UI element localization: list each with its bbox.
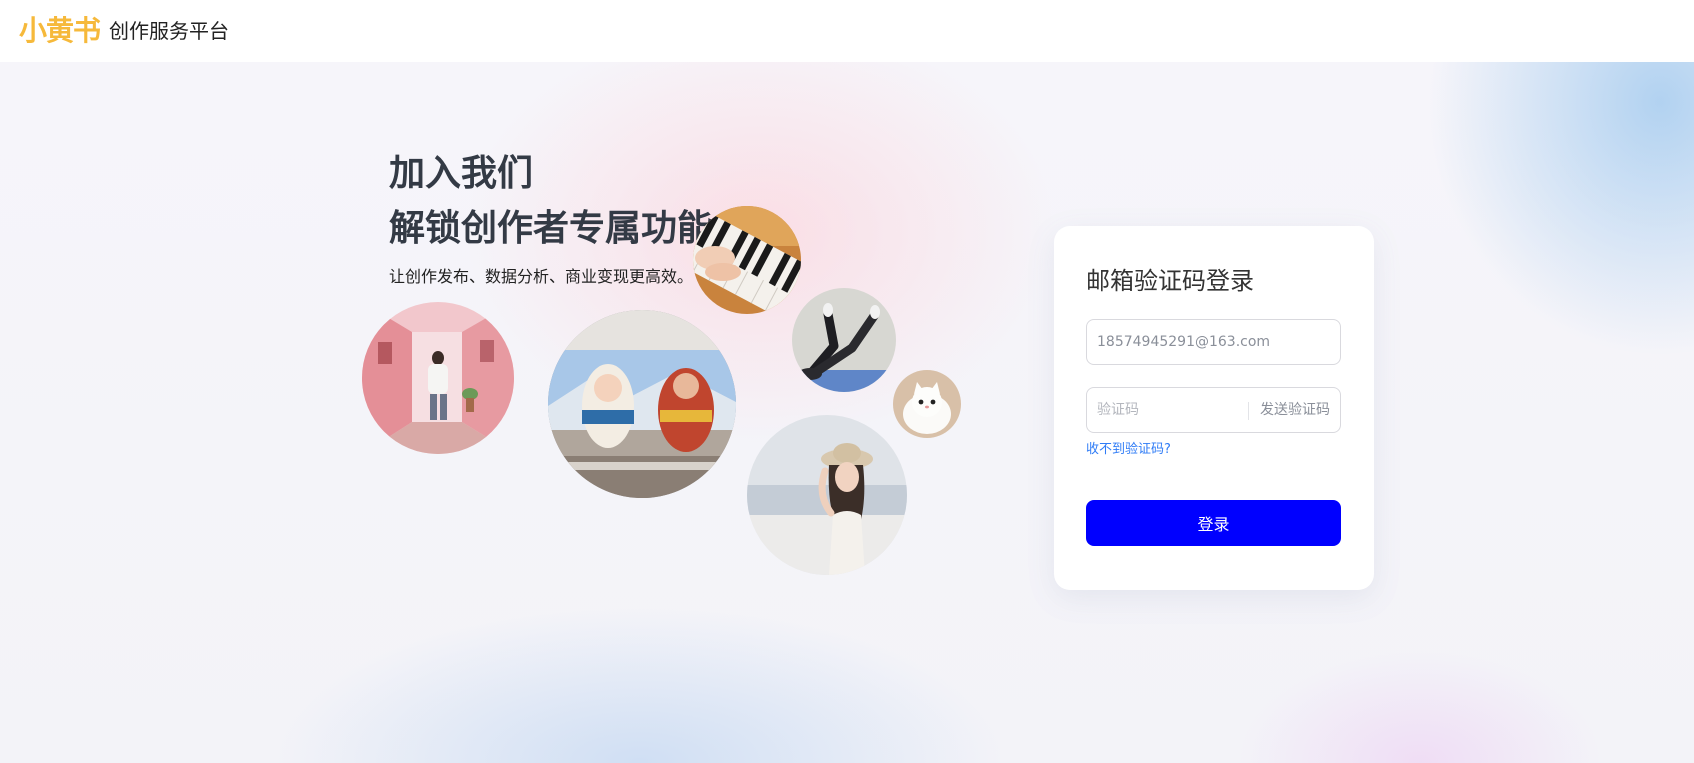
platform-title: 创作服务平台 <box>109 19 229 43</box>
hero-section: 加入我们 解锁创作者专属功能 让创作发布、数据分析、商业变现更高效。 邮箱验证码… <box>0 62 1694 763</box>
brand-logo[interactable]: 小黄书 <box>19 11 101 51</box>
login-button[interactable]: 登录 <box>1086 500 1341 546</box>
white-cat-photo <box>893 370 961 438</box>
hero-headline-line2: 解锁创作者专属功能 <box>389 208 714 249</box>
yoga-legs-photo <box>792 288 896 392</box>
no-code-help-link[interactable]: 收不到验证码? <box>1086 440 1171 460</box>
top-navigation-bar: 小黄书 创作服务平台 <box>0 0 1694 62</box>
email-field-wrapper <box>1086 319 1341 365</box>
email-input[interactable] <box>1097 320 1332 364</box>
beach-woman-photo <box>747 415 907 575</box>
piano-hands-photo <box>693 206 801 314</box>
login-title: 邮箱验证码登录 <box>1086 267 1254 295</box>
hero-subtitle: 让创作发布、数据分析、商业变现更高效。 <box>389 267 694 286</box>
field-divider <box>1248 402 1249 420</box>
login-card: 邮箱验证码登录 发送验证码 收不到验证码? 登录 <box>1054 226 1374 590</box>
code-field-wrapper: 发送验证码 <box>1086 387 1341 433</box>
hero-headline-line1: 加入我们 <box>389 153 534 194</box>
pink-alley-photo <box>362 302 514 454</box>
verification-code-input[interactable] <box>1097 388 1237 432</box>
send-code-button[interactable]: 发送验证码 <box>1260 388 1330 432</box>
friends-van-photo <box>548 310 736 498</box>
